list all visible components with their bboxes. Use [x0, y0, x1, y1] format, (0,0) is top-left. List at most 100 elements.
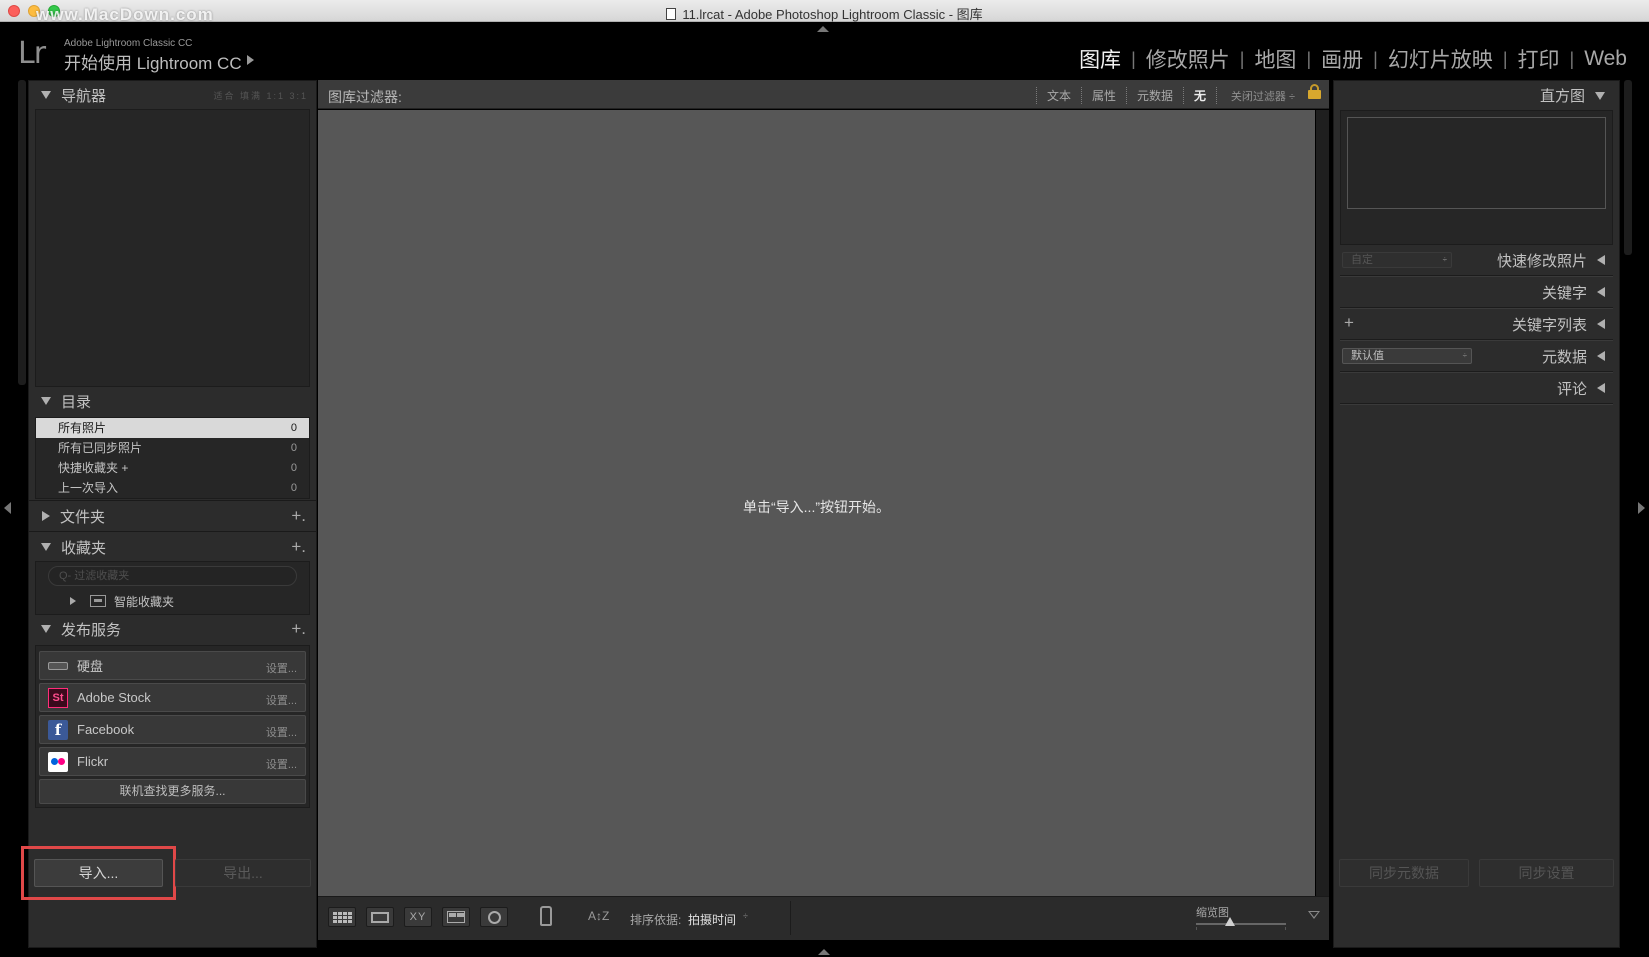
histogram-header[interactable]: 直方图	[1334, 81, 1619, 110]
catalog-item-label: 所有照片	[58, 421, 107, 435]
sort-order-dropdown[interactable]: 拍摄时间	[688, 911, 736, 928]
add-collection-button[interactable]: +.	[291, 537, 306, 557]
module-picker: 图库 | 修改照片 | 地图 | 画册 | 幻灯片放映 | 打印 | Web	[1069, 44, 1637, 74]
catalog-item-label: 上一次导入	[58, 481, 119, 495]
sync-settings-button[interactable]: 同步设置	[1479, 859, 1614, 887]
grid-scrollbar[interactable]	[1316, 110, 1329, 896]
filter-presets-dropdown[interactable]: 关闭过滤器 ÷	[1231, 88, 1295, 104]
filter-tab-metadata[interactable]: 元数据	[1126, 87, 1183, 104]
slider-ticks	[1196, 927, 1286, 930]
publish-service-flickr[interactable]: Flickr 设置...	[39, 747, 306, 776]
brand-subtitle: Adobe Lightroom Classic CC	[64, 38, 193, 49]
histogram-title: 直方图	[1539, 88, 1585, 105]
sort-direction-icon[interactable]: A↕Z	[588, 909, 609, 923]
window-title: 11.lrcat - Adobe Photoshop Lightroom Cla…	[0, 4, 1649, 23]
navigator-header[interactable]: 导航器 适合 填满 1:1 3:1	[29, 81, 316, 109]
publish-service-hard-drive[interactable]: 硬盘 设置...	[39, 651, 306, 680]
slider-knob[interactable]	[1225, 917, 1235, 926]
add-publish-service-button[interactable]: +.	[291, 619, 306, 639]
publish-service-facebook[interactable]: f Facebook 设置...	[39, 715, 306, 744]
survey-view-button[interactable]	[442, 907, 470, 927]
histogram-display	[1347, 117, 1606, 209]
add-keyword-button[interactable]: +	[1344, 313, 1354, 333]
comments-header[interactable]: 评论	[1334, 373, 1619, 403]
module-web[interactable]: Web	[1574, 47, 1637, 71]
left-panel-toggle-arrow-icon[interactable]	[4, 502, 11, 514]
collections-header[interactable]: 收藏夹 +.	[29, 533, 316, 561]
publish-service-setup-button[interactable]: 设置...	[266, 692, 297, 708]
collections-title: 收藏夹	[61, 539, 107, 557]
show-top-panel-arrow-icon[interactable]	[817, 26, 829, 32]
filmstrip-toggle-arrow-icon[interactable]	[818, 949, 830, 955]
grid-view-button[interactable]	[328, 907, 356, 927]
left-panel-scrollbar[interactable]	[18, 80, 26, 385]
module-book[interactable]: 画册	[1311, 44, 1373, 74]
toolbar-content-dropdown-icon[interactable]	[1308, 911, 1320, 919]
catalog-item-count: 0	[290, 442, 297, 454]
collection-item-smart-collections[interactable]: 智能收藏夹	[36, 590, 309, 612]
collapse-triangle-icon	[41, 91, 51, 99]
publish-service-name: 硬盘	[77, 659, 104, 674]
navigator-zoom-options[interactable]: 适合 填满 1:1 3:1	[213, 89, 308, 102]
collections-filter-input[interactable]: Q- 过滤收藏夹	[48, 566, 297, 586]
metadata-preset-select[interactable]: 默认值 ÷	[1342, 348, 1472, 364]
grid-view-area[interactable]: 单击“导入...”按钮开始。	[318, 110, 1315, 896]
catalog-item-quick-collection[interactable]: 快捷收藏夹 + 0	[36, 458, 309, 478]
loupe-view-button[interactable]	[366, 907, 394, 927]
expand-triangle-icon	[1597, 255, 1605, 265]
lock-icon[interactable]	[1308, 84, 1321, 99]
right-panel-scrollbar[interactable]	[1624, 80, 1632, 255]
find-more-services-button[interactable]: 联机查找更多服务...	[39, 779, 306, 804]
document-icon	[666, 8, 677, 20]
sync-metadata-button[interactable]: 同步元数据	[1339, 859, 1469, 887]
navigator-preview[interactable]	[35, 109, 310, 387]
catalog-item-all-synced[interactable]: 所有已同步照片 0	[36, 438, 309, 458]
catalog-item-previous-import[interactable]: 上一次导入 0	[36, 478, 309, 498]
thumbnail-size-slider[interactable]	[1196, 917, 1286, 926]
publish-service-name: Flickr	[77, 754, 109, 769]
publish-service-setup-button[interactable]: 设置...	[266, 660, 297, 676]
quick-develop-title: 快速修改照片	[1496, 252, 1587, 270]
window-title-bar: www.MacDown.com 11.lrcat - Adobe Photosh…	[0, 0, 1649, 24]
import-button[interactable]: 导入...	[34, 859, 163, 887]
add-folder-button[interactable]: +.	[291, 506, 306, 526]
metadata-header[interactable]: 默认值 ÷ 元数据	[1334, 341, 1619, 371]
collapse-triangle-icon	[41, 543, 51, 551]
export-button[interactable]: 导出...	[175, 859, 311, 887]
module-print[interactable]: 打印	[1508, 44, 1570, 74]
sort-dropdown-arrow-icon[interactable]: ÷	[743, 911, 748, 921]
expand-triangle-icon	[1597, 351, 1605, 361]
right-panel-toggle-arrow-icon[interactable]	[1638, 502, 1645, 514]
people-view-button[interactable]	[480, 907, 508, 927]
catalog-item-all-photos[interactable]: 所有照片 0	[36, 418, 309, 438]
catalog-header[interactable]: 目录	[29, 387, 316, 415]
filter-tab-text[interactable]: 文本	[1036, 87, 1081, 104]
people-icon	[487, 910, 501, 924]
panel-divider	[29, 500, 316, 501]
filter-tab-attribute[interactable]: 属性	[1081, 87, 1126, 104]
expand-triangle-icon[interactable]	[70, 597, 76, 605]
quick-develop-header[interactable]: 自定 ÷ 快速修改照片	[1334, 245, 1619, 275]
module-slideshow[interactable]: 幻灯片放映	[1378, 44, 1503, 74]
module-develop[interactable]: 修改照片	[1136, 44, 1240, 74]
identity-plate[interactable]: 开始使用 Lightroom CC	[64, 49, 242, 74]
folders-header[interactable]: 文件夹 +.	[29, 502, 316, 530]
panel-divider	[29, 531, 316, 532]
quick-develop-preset-select[interactable]: 自定 ÷	[1342, 252, 1452, 268]
module-map[interactable]: 地图	[1244, 44, 1306, 74]
compare-view-button[interactable]: XY	[404, 907, 432, 927]
filter-tab-none[interactable]: 无	[1183, 87, 1218, 104]
publish-service-adobe-stock[interactable]: St Adobe Stock 设置...	[39, 683, 306, 712]
module-library[interactable]: 图库	[1069, 44, 1131, 74]
select-arrows-icon: ÷	[1442, 255, 1447, 264]
keyword-list-header[interactable]: + 关键字列表	[1334, 309, 1619, 339]
quick-develop-preset-value: 自定	[1351, 254, 1373, 266]
publish-service-setup-button[interactable]: 设置...	[266, 756, 297, 772]
publish-service-setup-button[interactable]: 设置...	[266, 724, 297, 740]
publish-services-header[interactable]: 发布服务 +.	[29, 615, 316, 643]
painter-spray-icon[interactable]	[540, 906, 552, 926]
keywording-header[interactable]: 关键字	[1334, 277, 1619, 307]
catalog-item-label: 快捷收藏夹 +	[58, 461, 129, 475]
adobe-stock-icon: St	[48, 687, 68, 708]
identity-plate-arrow-icon[interactable]	[247, 55, 254, 65]
